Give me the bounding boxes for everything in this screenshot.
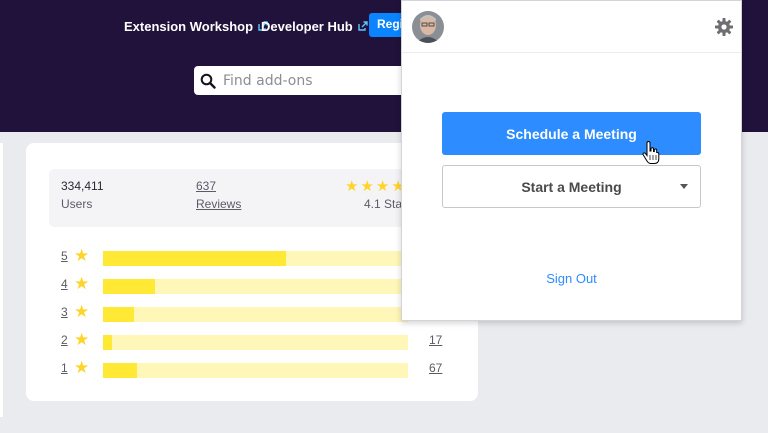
rating-bar-track xyxy=(103,279,408,294)
hand-cursor-icon xyxy=(642,141,660,164)
left-panel-edge xyxy=(0,143,3,417)
dropdown-caret-icon[interactable] xyxy=(680,184,688,189)
nav-developer-hub-label: Developer Hub xyxy=(261,18,353,34)
stats-summary: 334,411 Users 637 Reviews ★ ★ ★ ★ 4.1 St… xyxy=(49,169,429,227)
gear-icon[interactable] xyxy=(714,17,734,37)
star-icon: ★ xyxy=(74,358,90,378)
users-count: 334,411 xyxy=(61,179,104,193)
schedule-meeting-button[interactable]: Schedule a Meeting xyxy=(442,112,701,155)
start-meeting-button[interactable]: Start a Meeting xyxy=(442,165,701,208)
nav-extension-workshop-label: Extension Workshop xyxy=(124,18,254,34)
rating-row-stars[interactable]: 5 xyxy=(61,249,68,263)
reviews-link[interactable]: Reviews xyxy=(196,197,241,211)
start-meeting-label: Start a Meeting xyxy=(521,178,622,195)
schedule-meeting-label: Schedule a Meeting xyxy=(506,125,637,142)
star-icon: ★ xyxy=(74,330,90,350)
sign-out-label: Sign Out xyxy=(546,271,597,286)
star-rating: ★ ★ ★ ★ xyxy=(345,179,405,194)
rating-bar-fill xyxy=(103,279,155,294)
nav-developer-hub[interactable]: Developer Hub xyxy=(261,16,368,36)
reviews-count-link[interactable]: 637 xyxy=(196,179,216,193)
rating-bar-fill xyxy=(103,251,286,266)
search-icon xyxy=(200,73,216,89)
nav-extension-workshop[interactable]: Extension Workshop xyxy=(124,16,268,36)
rating-bar-track xyxy=(103,307,408,322)
external-link-icon xyxy=(358,21,368,31)
avatar-image xyxy=(412,11,444,43)
star-icon: ★ xyxy=(345,177,359,195)
rating-row-stars[interactable]: 1 xyxy=(61,361,68,375)
search-placeholder: Find add-ons xyxy=(223,72,313,89)
star-icon: ★ xyxy=(375,177,390,195)
rating-bar-track xyxy=(103,363,408,378)
rating-count-link[interactable]: 17 xyxy=(429,333,442,347)
rating-count-link[interactable]: 67 xyxy=(429,361,442,375)
rating-bar-track xyxy=(103,251,408,266)
popup-header xyxy=(402,1,741,53)
rating-bar-fill xyxy=(103,335,113,350)
sign-out-link[interactable]: Sign Out xyxy=(402,271,741,286)
rating-row-stars[interactable]: 3 xyxy=(61,305,68,319)
star-icon: ★ xyxy=(360,177,374,195)
search-input[interactable]: Find add-ons xyxy=(194,66,424,95)
rating-bar-fill xyxy=(103,307,134,322)
rating-row-stars[interactable]: 2 xyxy=(61,333,68,347)
rating-bar-track xyxy=(103,335,408,350)
star-icon: ★ xyxy=(74,302,90,322)
star-icon: ★ xyxy=(74,274,90,294)
users-label: Users xyxy=(61,197,93,211)
rating-row-stars[interactable]: 4 xyxy=(61,277,68,291)
avatar[interactable] xyxy=(412,11,444,43)
zoom-extension-popup: Schedule a Meeting Start a Meeting Sign … xyxy=(401,0,742,321)
star-icon: ★ xyxy=(74,246,90,266)
rating-bar-fill xyxy=(103,363,137,378)
